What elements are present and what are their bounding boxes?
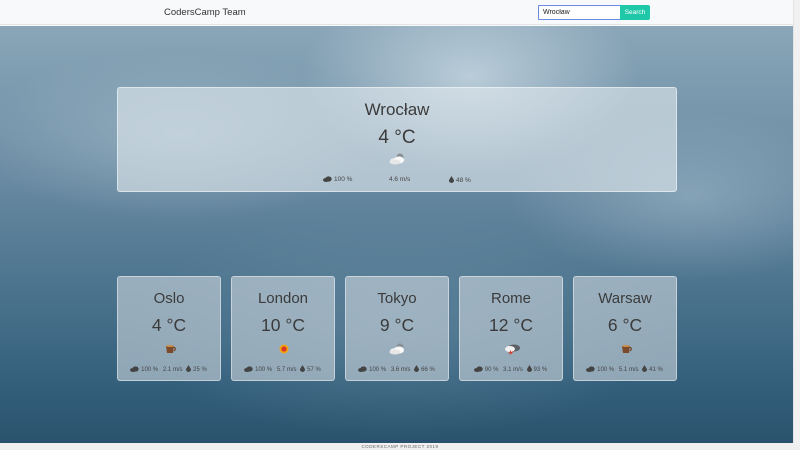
city-card-rome[interactable]: Rome 12 °C 90 % 3.1 m/s 93 %	[459, 276, 563, 381]
city-name: London	[257, 290, 309, 307]
current-weather-card: Wrocław 4 °C 100 % 4.6 m/s 48 %	[117, 87, 677, 192]
city-card-oslo[interactable]: Oslo 4 °C 100 % 2.1 m/s 25 %	[117, 276, 221, 381]
cloud-icon	[586, 366, 595, 372]
city-card-tokyo[interactable]: Tokyo 9 °C 100 % 3.6 m/s 66 %	[345, 276, 449, 381]
partly-cloudy-icon	[389, 153, 404, 165]
city-clouds: 90 %	[473, 366, 500, 373]
cloud-icon	[244, 366, 253, 372]
brand[interactable]: CodersCamp Team	[164, 7, 246, 18]
scrollbar[interactable]	[793, 0, 800, 444]
storm-icon	[505, 344, 520, 355]
city-stats: 100 % 5.1 m/s 41 %	[574, 365, 676, 373]
city-clouds: 100 %	[358, 366, 387, 373]
current-temperature: 4 °C	[378, 127, 416, 148]
cup-icon	[166, 345, 177, 353]
cup-icon	[622, 345, 633, 353]
city-name: Rome	[490, 290, 531, 307]
city-card-warsaw[interactable]: Warsaw 6 °C 100 % 5.1 m/s 41 %	[573, 276, 677, 381]
footer: CODERSCAMP PROJECT 2019	[0, 443, 800, 450]
cloud-icon	[130, 366, 139, 372]
city-humidity: 25 %	[186, 365, 208, 373]
search-button[interactable]: Search	[620, 5, 650, 20]
city-humidity: 57 %	[300, 365, 322, 373]
city-name: Warsaw	[598, 290, 652, 307]
city-clouds: 100 %	[130, 366, 159, 373]
current-clouds: 100 %	[323, 176, 352, 183]
current-humidity: 48 %	[449, 176, 471, 184]
drop-icon	[186, 365, 192, 372]
drop-icon	[449, 176, 454, 183]
cloud-icon	[323, 176, 332, 182]
current-wind: 4.6 m/s	[389, 176, 411, 183]
drop-icon	[414, 365, 420, 372]
city-temperature: 12 °C	[489, 315, 533, 335]
city-clouds: 100 %	[244, 366, 273, 373]
sun-icon	[279, 344, 289, 354]
drop-icon	[642, 365, 648, 372]
city-wind: 3.6 m/s	[390, 367, 411, 373]
city-temperature: 4 °C	[151, 315, 187, 335]
drop-icon	[300, 365, 306, 372]
drop-icon	[526, 365, 532, 372]
city-stats: 100 % 3.6 m/s 66 %	[346, 365, 448, 373]
city-wind: 2.1 m/s	[162, 367, 183, 373]
cloud-icon	[473, 366, 483, 372]
city-wind: 5.1 m/s	[618, 367, 639, 373]
city-clouds: 100 %	[586, 366, 615, 373]
city-temperature: 9 °C	[379, 315, 415, 335]
city-humidity: 66 %	[414, 365, 436, 373]
city-name: Oslo	[153, 290, 185, 307]
search-input[interactable]	[538, 5, 620, 20]
city-temperature: 6 °C	[607, 315, 643, 335]
partly-cloudy-icon	[389, 343, 404, 355]
city-humidity: 41 %	[642, 365, 664, 373]
city-humidity: 93 %	[526, 365, 549, 373]
city-card-london[interactable]: London 10 °C 100 % 5.7 m/s 57 %	[231, 276, 335, 381]
city-stats: 90 % 3.1 m/s 93 %	[460, 365, 562, 373]
city-stats: 100 % 2.1 m/s 25 %	[118, 365, 220, 373]
city-name: Tokyo	[377, 290, 417, 307]
city-temperature: 10 °C	[261, 315, 305, 335]
city-wind: 5.7 m/s	[276, 367, 297, 373]
current-city-name: Wrocław	[364, 100, 430, 119]
cloud-icon	[358, 366, 367, 372]
city-stats: 100 % 5.7 m/s 57 %	[232, 365, 334, 373]
navbar: CodersCamp Team Search	[0, 0, 793, 25]
city-wind: 3.1 m/s	[503, 367, 523, 373]
search-form: Search	[538, 5, 650, 20]
